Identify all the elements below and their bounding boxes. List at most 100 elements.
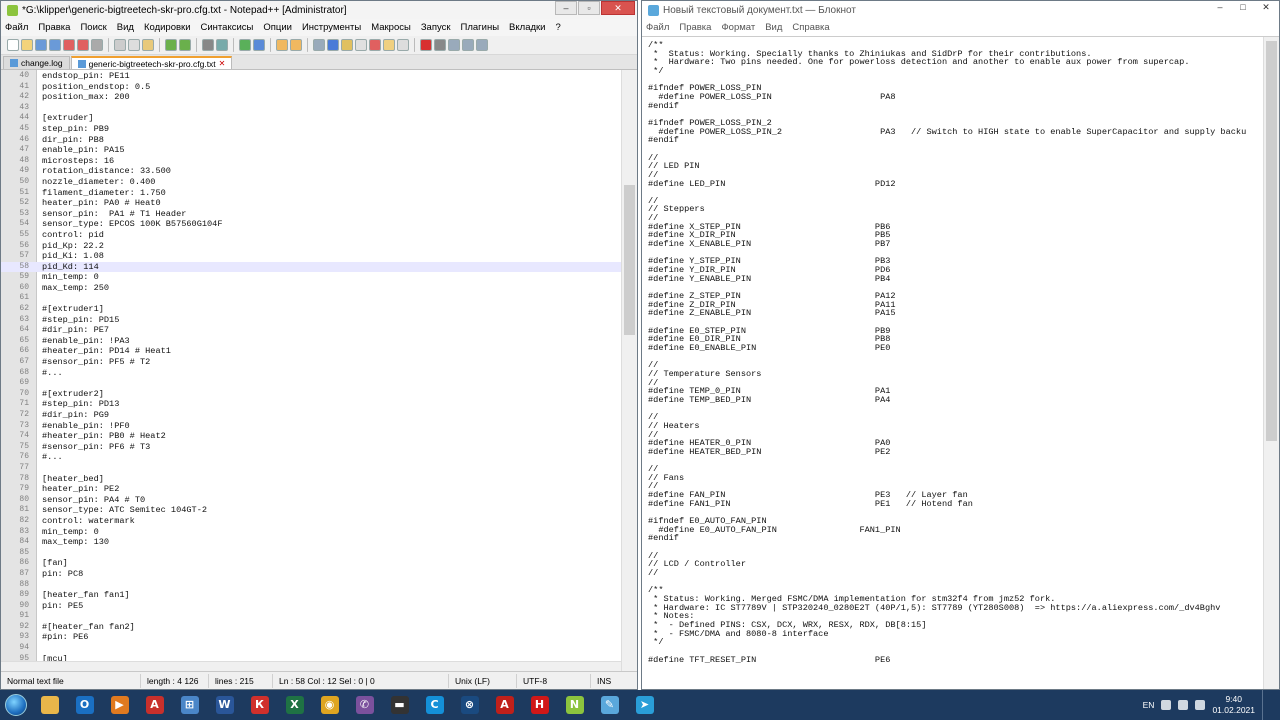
code-line: 88 [1, 580, 621, 591]
menu-item[interactable]: Поиск [80, 22, 106, 33]
sync-v-icon[interactable] [276, 39, 288, 51]
menu-item[interactable]: Инструменты [302, 22, 361, 33]
taskbar-app-button[interactable]: W [209, 692, 241, 718]
record-macro-icon[interactable] [420, 39, 432, 51]
language-indicator[interactable]: EN [1143, 700, 1155, 710]
open-file-icon[interactable] [21, 39, 33, 51]
find-icon[interactable] [202, 39, 214, 51]
tray-arrow-icon[interactable] [1161, 700, 1172, 710]
taskbar-app-button[interactable]: К [244, 692, 276, 718]
horizontal-scrollbar[interactable] [1, 661, 621, 671]
menu-item[interactable]: Файл [646, 22, 669, 33]
notepad-titlebar[interactable]: Новый текстовый документ.txt — Блокнот –… [642, 1, 1279, 19]
taskbar-app-button[interactable]: ➤ [629, 692, 661, 718]
maximize-button[interactable]: □ [1232, 1, 1254, 15]
taskbar-app-button[interactable]: ✎ [594, 692, 626, 718]
menu-item[interactable]: Справка [792, 22, 829, 33]
menu-item[interactable]: Синтаксисы [201, 22, 254, 33]
menu-item[interactable]: Опции [263, 22, 292, 33]
file-tab[interactable]: generic-bigtreetech-skr-pro.cfg.txt ✕ [70, 56, 233, 69]
network-tray-icon[interactable] [1178, 700, 1189, 710]
menu-item[interactable]: Формат [721, 22, 755, 33]
scrollbar-thumb[interactable] [624, 185, 635, 335]
indent-guide-icon[interactable] [341, 39, 353, 51]
menu-item[interactable]: Запуск [421, 22, 451, 33]
taskbar-app-button[interactable]: C [419, 692, 451, 718]
taskbar-app-button[interactable]: ▬ [384, 692, 416, 718]
close-file-icon[interactable] [63, 39, 75, 51]
paste-icon[interactable] [142, 39, 154, 51]
vertical-scrollbar[interactable] [621, 70, 637, 671]
menu-item[interactable]: Плагины [461, 22, 500, 33]
print-icon[interactable] [91, 39, 103, 51]
notepadpp-editor[interactable]: 40 endstop_pin: PE11 41 position_endstop: 0… [1, 70, 637, 671]
udl-icon[interactable] [355, 39, 367, 51]
taskbar-app-button[interactable]: H [524, 692, 556, 718]
taskbar-app-button[interactable]: A [139, 692, 171, 718]
close-all-icon[interactable] [77, 39, 89, 51]
tab-close-icon[interactable]: ✕ [219, 59, 226, 68]
notepadpp-titlebar[interactable]: *G:\klipper\generic-bigtreetech-skr-pro.… [1, 1, 637, 19]
menu-item[interactable]: Файл [5, 22, 28, 33]
cut-icon[interactable] [114, 39, 126, 51]
menu-item[interactable]: Вид [117, 22, 134, 33]
replace-icon[interactable] [216, 39, 228, 51]
line-number: 48 [19, 155, 29, 165]
scrollbar-thumb[interactable] [1266, 41, 1277, 441]
line-number: 94 [19, 643, 29, 653]
save-macro-icon[interactable] [476, 39, 488, 51]
menu-item[interactable]: Макросы [371, 22, 411, 33]
close-button[interactable]: ✕ [601, 1, 635, 15]
menu-item[interactable]: ? [555, 22, 560, 33]
run-macro-multiple-icon[interactable] [462, 39, 474, 51]
taskbar-app-button[interactable]: ⊞ [174, 692, 206, 718]
save-icon[interactable] [35, 39, 47, 51]
line-text: #[heater_fan fan2] [42, 621, 135, 632]
save-all-icon[interactable] [49, 39, 61, 51]
notepad-editor[interactable]: /** * Status: Working. Specially thanks … [642, 36, 1279, 689]
taskbar-app-button[interactable]: ✆ [349, 692, 381, 718]
monitor-icon[interactable] [397, 39, 409, 51]
taskbar-app-button[interactable]: N [559, 692, 591, 718]
menu-item[interactable]: Вкладки [509, 22, 545, 33]
maximize-button[interactable]: ▫ [578, 1, 600, 15]
zoom-out-icon[interactable] [253, 39, 265, 51]
editor-text[interactable]: /** * Status: Working. Specially thanks … [642, 41, 1263, 664]
new-file-icon[interactable] [7, 39, 19, 51]
taskbar-app-button[interactable]: X [279, 692, 311, 718]
copy-icon[interactable] [128, 39, 140, 51]
start-button[interactable] [0, 691, 32, 719]
clock[interactable]: 9:40 01.02.2021 [1212, 694, 1255, 716]
taskbar-app-button[interactable] [34, 692, 66, 718]
editor-text[interactable]: 40 endstop_pin: PE11 41 position_endstop: 0… [1, 71, 621, 664]
taskbar-app-button[interactable]: A [489, 692, 521, 718]
line-number: 90 [19, 600, 29, 610]
stop-macro-icon[interactable] [434, 39, 446, 51]
word-wrap-icon[interactable] [313, 39, 325, 51]
sync-h-icon[interactable] [290, 39, 302, 51]
volume-icon[interactable] [1195, 700, 1206, 710]
minimize-button[interactable]: – [1209, 1, 1231, 15]
all-chars-icon[interactable] [327, 39, 339, 51]
menu-item[interactable]: Кодировки [144, 22, 191, 33]
vertical-scrollbar[interactable] [1263, 37, 1279, 689]
show-desktop-button[interactable] [1262, 690, 1270, 720]
undo-icon[interactable] [165, 39, 177, 51]
zoom-in-icon[interactable] [239, 39, 251, 51]
taskbar-app-button[interactable]: ▶ [104, 692, 136, 718]
minimize-button[interactable]: – [555, 1, 577, 15]
taskbar-app-button[interactable]: O [69, 692, 101, 718]
file-tab[interactable]: change.log [3, 56, 70, 69]
menu-item[interactable]: Правка [38, 22, 70, 33]
menu-item[interactable]: Вид [765, 22, 782, 33]
line-text: min_temp: 0 [42, 526, 99, 537]
taskbar-app-button[interactable]: ⊗ [454, 692, 486, 718]
function-list-icon[interactable] [383, 39, 395, 51]
play-macro-icon[interactable] [448, 39, 460, 51]
menu-item[interactable]: Правка [679, 22, 711, 33]
taskbar-app-button[interactable]: ◉ [314, 692, 346, 718]
redo-icon[interactable] [179, 39, 191, 51]
close-button[interactable]: ✕ [1255, 1, 1277, 15]
doc-map-icon[interactable] [369, 39, 381, 51]
